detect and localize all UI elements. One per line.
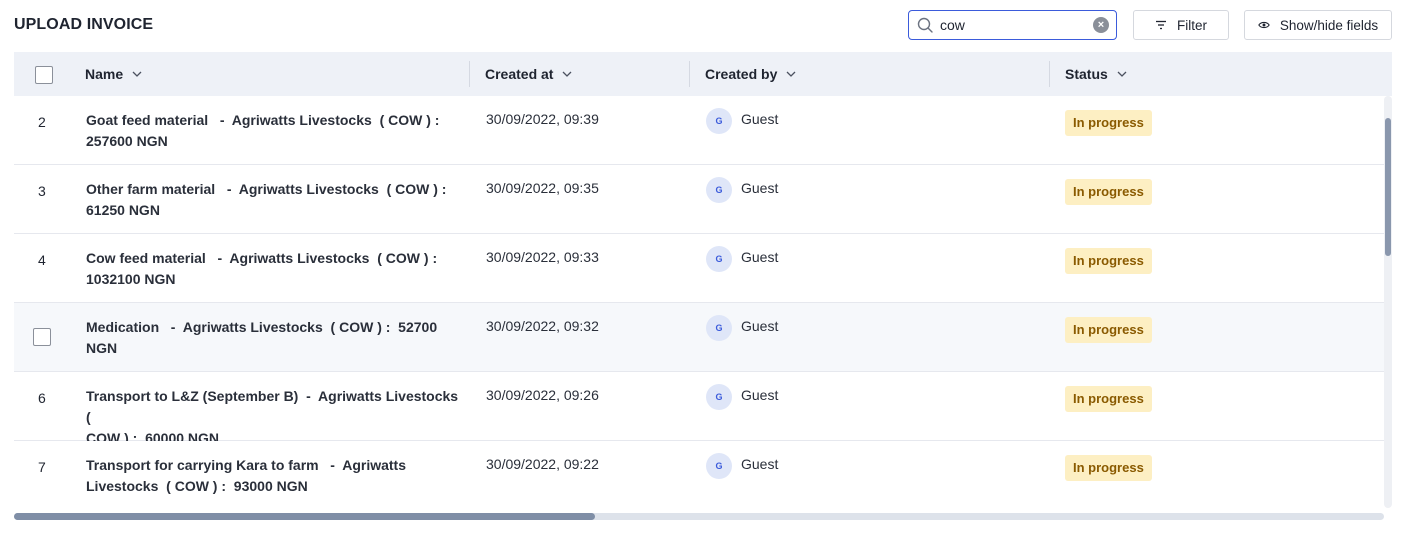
chevron-down-icon	[1117, 71, 1127, 77]
status-badge: In progress	[1065, 248, 1152, 274]
column-header-created-by[interactable]: Created by	[705, 52, 796, 96]
status-badge: In progress	[1065, 386, 1152, 412]
invoice-name[interactable]: Goat feed material - Agriwatts Livestock…	[86, 110, 466, 152]
table-row[interactable]: 7 Transport for carrying Kara to farm - …	[14, 441, 1384, 508]
select-all-checkbox[interactable]	[35, 66, 53, 84]
horizontal-scrollbar-thumb[interactable]	[14, 513, 595, 520]
chevron-down-icon	[563, 71, 572, 77]
table-row[interactable]: 2 Goat feed material - Agriwatts Livesto…	[14, 96, 1384, 165]
column-divider[interactable]	[1049, 61, 1050, 87]
page-title: UPLOAD INVOICE	[14, 16, 154, 33]
table-row[interactable]: 6 Transport to L&Z (September B) - Agriw…	[14, 372, 1384, 446]
row-number: 7	[38, 459, 46, 475]
created-by: Guest	[741, 318, 779, 334]
row-number: 4	[38, 252, 46, 268]
column-header-created-by-label: Created by	[705, 66, 778, 82]
column-header-status[interactable]: Status	[1065, 52, 1127, 96]
table-row[interactable]: Medication - Agriwatts Livestocks ( COW …	[14, 303, 1384, 372]
show-hide-fields-button[interactable]: Show/hide fields	[1244, 10, 1392, 40]
status-badge: In progress	[1065, 110, 1152, 136]
created-at: 30/09/2022, 09:26	[486, 387, 599, 403]
avatar: G	[706, 108, 732, 134]
invoice-name[interactable]: Transport for carrying Kara to farm - Ag…	[86, 455, 466, 497]
avatar: G	[706, 384, 732, 410]
invoice-name[interactable]: Cow feed material - Agriwatts Livestocks…	[86, 248, 466, 290]
avatar: G	[706, 246, 732, 272]
invoice-name[interactable]: Transport to L&Z (September B) - Agriwat…	[86, 386, 466, 449]
avatar: G	[706, 315, 732, 341]
created-at: 30/09/2022, 09:32	[486, 318, 599, 334]
created-at: 30/09/2022, 09:39	[486, 111, 599, 127]
eye-icon	[1258, 21, 1270, 29]
column-header-name[interactable]: Name	[85, 52, 142, 96]
search-icon	[917, 17, 933, 33]
filter-button[interactable]: Filter	[1133, 10, 1229, 40]
row-number: 2	[38, 114, 46, 130]
invoice-name[interactable]: Other farm material - Agriwatts Livestoc…	[86, 179, 466, 221]
search-field[interactable]: ×	[908, 10, 1117, 40]
table-row[interactable]: 3 Other farm material - Agriwatts Livest…	[14, 165, 1384, 234]
column-divider[interactable]	[689, 61, 690, 87]
filter-icon	[1156, 20, 1166, 30]
search-input[interactable]	[940, 15, 1090, 35]
column-header-created-at[interactable]: Created at	[485, 52, 572, 96]
filter-button-label: Filter	[1177, 17, 1207, 33]
table-row[interactable]: 4 Cow feed material - Agriwatts Livestoc…	[14, 234, 1384, 303]
table-body: 2 Goat feed material - Agriwatts Livesto…	[14, 96, 1384, 508]
status-badge: In progress	[1065, 317, 1152, 343]
invoice-name[interactable]: Medication - Agriwatts Livestocks ( COW …	[86, 317, 466, 359]
chevron-down-icon	[132, 71, 142, 77]
created-at: 30/09/2022, 09:35	[486, 180, 599, 196]
avatar: G	[706, 177, 732, 203]
created-by: Guest	[741, 456, 779, 472]
created-by: Guest	[741, 249, 779, 265]
column-header-name-label: Name	[85, 66, 124, 82]
row-number: 3	[38, 183, 46, 199]
column-header-created-at-label: Created at	[485, 66, 554, 82]
avatar: G	[706, 453, 732, 479]
column-divider[interactable]	[469, 61, 470, 87]
created-at: 30/09/2022, 09:22	[486, 456, 599, 472]
column-header-status-label: Status	[1065, 66, 1108, 82]
created-by: Guest	[741, 111, 779, 127]
created-by: Guest	[741, 387, 779, 403]
created-at: 30/09/2022, 09:33	[486, 249, 599, 265]
chevron-down-icon	[786, 71, 796, 77]
table-header: Name Created at Created by Status	[14, 52, 1392, 96]
show-hide-fields-label: Show/hide fields	[1279, 17, 1379, 33]
created-by: Guest	[741, 180, 779, 196]
vertical-scrollbar-thumb[interactable]	[1385, 118, 1391, 256]
row-number: 6	[38, 390, 46, 406]
status-badge: In progress	[1065, 455, 1152, 481]
row-checkbox[interactable]	[33, 328, 51, 346]
status-badge: In progress	[1065, 179, 1152, 205]
clear-search-icon[interactable]: ×	[1093, 17, 1109, 33]
